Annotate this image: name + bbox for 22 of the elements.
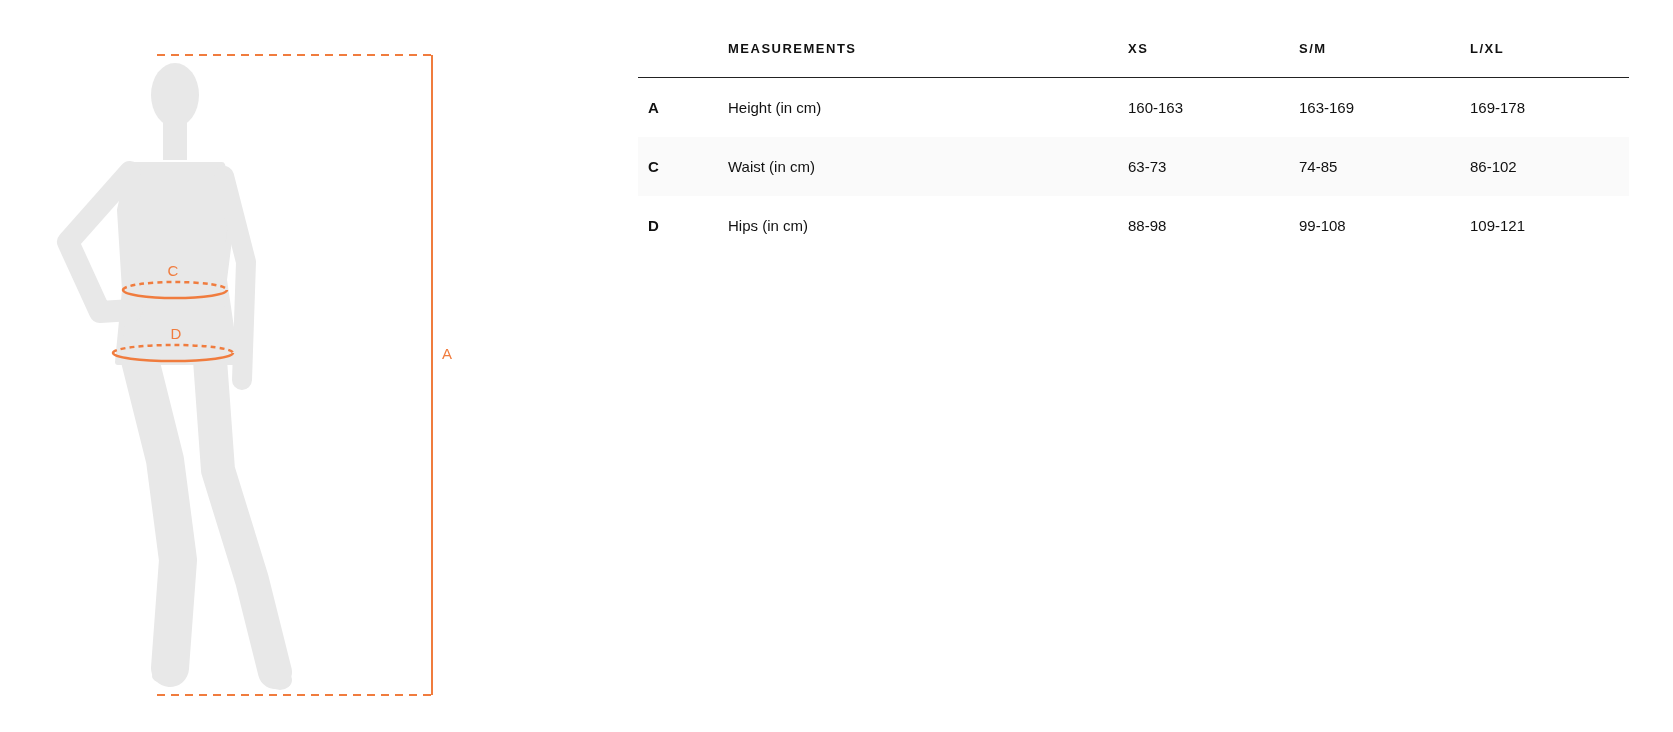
measure-label: A — [442, 345, 452, 362]
table-cell-text: Waist (in cm) — [728, 158, 816, 175]
table-cell-text: D — [647, 217, 660, 234]
column-header: L/XL — [1470, 41, 1506, 56]
column-header: S/M — [1299, 41, 1328, 56]
table-cell-text: 63-73 — [1128, 158, 1168, 175]
table-cell-text: A — [647, 99, 660, 116]
column-header: XS — [1128, 41, 1150, 56]
table-cell-text: 109-121 — [1470, 217, 1527, 234]
table-cell-text: 169-178 — [1470, 99, 1527, 116]
table-cell-text: 88-98 — [1128, 217, 1168, 234]
table-cell-text: 99-108 — [1299, 217, 1347, 234]
table-cell-text: C — [647, 158, 660, 175]
table-cell-text: 160-163 — [1128, 99, 1185, 116]
column-header: MEASUREMENTS — [728, 41, 858, 56]
table-cell-text: 163-169 — [1299, 99, 1356, 116]
table-cell-text: 74-85 — [1299, 158, 1339, 175]
table-cell-text: 86-102 — [1470, 158, 1518, 175]
measure-label: D — [170, 325, 182, 342]
measure-label: C — [167, 262, 179, 279]
table-cell-text: Height (in cm) — [728, 99, 823, 116]
table-cell-text: Hips (in cm) — [728, 217, 809, 234]
